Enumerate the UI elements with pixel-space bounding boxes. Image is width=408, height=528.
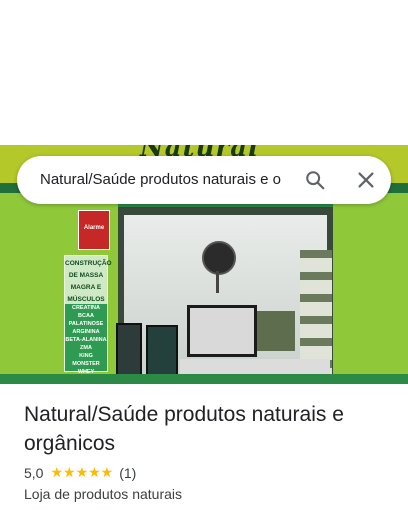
alarm-sign: Alarme: [78, 210, 110, 250]
search-bar[interactable]: Natural/Saúde produtos naturais e o: [17, 156, 391, 204]
floor-stripe: [0, 374, 408, 384]
sign-item: WHEY: [77, 369, 95, 375]
star-rating-icon: ★★★★★: [50, 464, 114, 480]
sign-item: ARGININA: [72, 329, 100, 335]
sign-item: KING MONSTER: [72, 353, 100, 367]
sign-item: BCAA: [78, 313, 94, 319]
sign-item: PALATINOSE: [68, 321, 104, 327]
supplement-sign: CONSTRUÇÃO DE MASSA MAGRA E MÚSCULOS CRE…: [64, 255, 112, 375]
rating-value: 5,0: [24, 464, 44, 481]
sign-heading-2: DE MASSA: [68, 272, 104, 279]
sign-item: CREATINA: [71, 305, 100, 311]
alarm-sign-text: Alarme: [83, 225, 105, 231]
search-icon[interactable]: [304, 169, 326, 191]
rating-row[interactable]: 5,0 ★★★★★ (1): [24, 464, 136, 481]
sign-heading-3: MAGRA E: [70, 284, 102, 291]
sign-heading-1: CONSTRUÇÃO: [65, 260, 112, 267]
fan-stand: [216, 271, 219, 293]
search-input[interactable]: Natural/Saúde produtos naturais e o: [40, 171, 290, 188]
sign-item: BETA-ALANINA: [65, 337, 107, 343]
place-title: Natural/Saúde produtos naturais e orgâni…: [24, 403, 344, 455]
wall-fan: [202, 241, 236, 275]
sign-item: ZMA: [80, 345, 92, 351]
sign-heading-4: MÚSCULOS: [67, 296, 105, 303]
close-icon[interactable]: [355, 169, 377, 191]
tv-screen: [187, 305, 257, 357]
review-count[interactable]: (1): [119, 465, 136, 481]
product-shelf-small: [255, 311, 295, 351]
wall-right: [333, 193, 408, 384]
place-category: Loja de produtos naturais: [24, 486, 182, 502]
